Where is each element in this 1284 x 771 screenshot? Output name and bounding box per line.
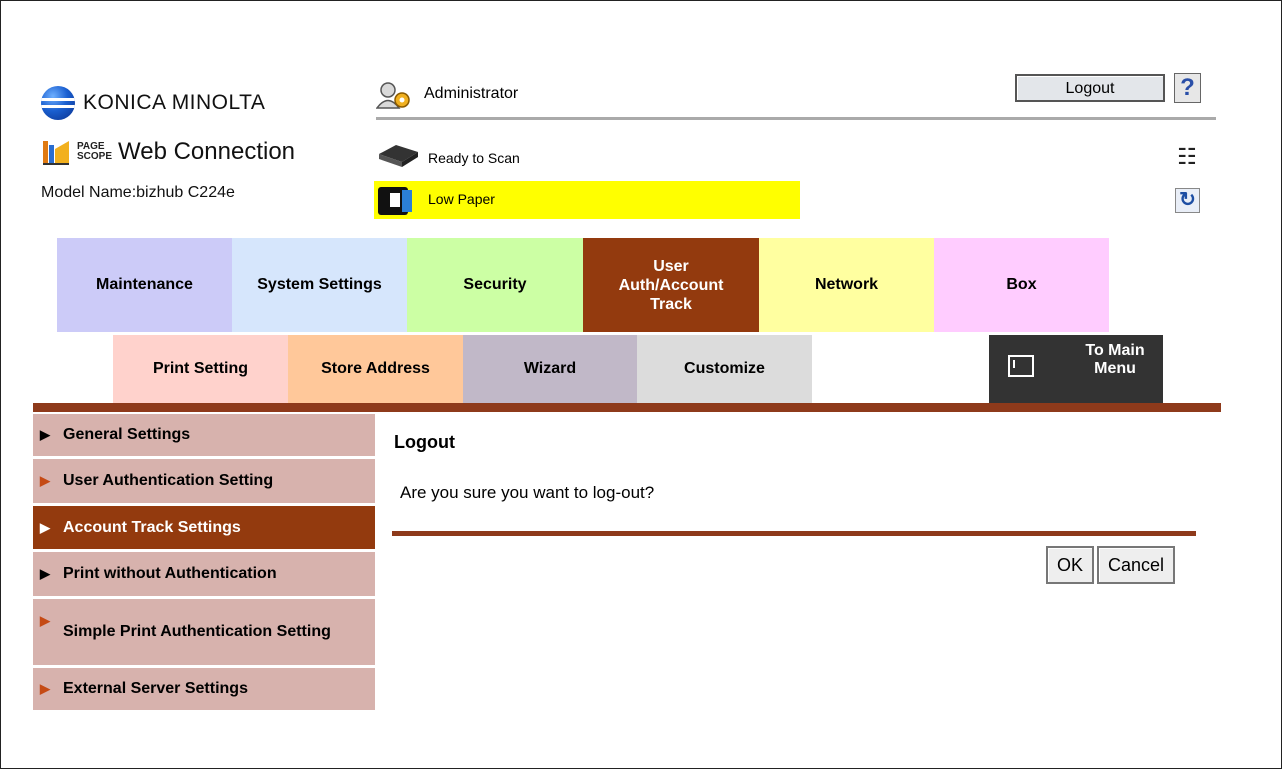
arrow-right-icon: ▶ xyxy=(40,427,50,442)
brand-name: KONICA MINOLTA xyxy=(83,91,266,114)
tab-customize[interactable]: Customize xyxy=(637,335,812,403)
tab-maintenance[interactable]: Maintenance xyxy=(57,238,232,332)
administrator-label: Administrator xyxy=(424,85,519,102)
globe-logo-icon xyxy=(41,86,75,120)
paper-status-text: Low Paper xyxy=(428,191,495,207)
sidebar-item-label: Print without Authentication xyxy=(63,565,277,582)
sidebar-item-account-track-settings[interactable]: ▶ Account Track Settings xyxy=(33,506,375,549)
pagescope-small-text: PAGE SCOPE xyxy=(77,142,112,162)
to-main-menu-label: To Main Menu xyxy=(1085,342,1145,377)
sidebar-item-print-without-authentication[interactable]: ▶ Print without Authentication xyxy=(33,552,375,596)
scan-status-text: Ready to Scan xyxy=(428,150,520,166)
network-topology-icon[interactable]: ☷ xyxy=(1175,144,1199,170)
tab-print-setting[interactable]: Print Setting xyxy=(113,335,288,403)
sidebar-item-label: User Authentication Setting xyxy=(63,472,274,489)
web-connection-title: Web Connection xyxy=(118,138,296,165)
scanner-icon xyxy=(379,145,418,167)
sidebar-item-simple-print-authentication-setting[interactable]: ▶ Simple Print Authentication Setting xyxy=(33,599,375,665)
sidebar-item-user-authentication-setting[interactable]: ▶ User Authentication Setting xyxy=(33,459,375,503)
cancel-button[interactable]: Cancel xyxy=(1097,546,1175,584)
main-menu-icon xyxy=(1008,355,1034,377)
logout-button[interactable]: Logout xyxy=(1015,74,1165,102)
content-divider xyxy=(392,531,1196,536)
arrow-right-icon: ▶ xyxy=(40,613,50,628)
pagescope-small-bottom: SCOPE xyxy=(77,151,113,162)
tab-store-address[interactable]: Store Address xyxy=(288,335,463,403)
help-icon[interactable]: ? xyxy=(1174,73,1201,103)
sidebar-item-label: Account Track Settings xyxy=(63,518,241,536)
tab-network[interactable]: Network xyxy=(759,238,934,332)
page-title: Logout xyxy=(394,432,455,452)
tab-security[interactable]: Security xyxy=(407,238,583,332)
logout-confirm-message: Are you sure you want to log-out? xyxy=(400,483,655,502)
arrow-right-icon: ▶ xyxy=(40,473,50,488)
konica-minolta-logo: KONICA MINOLTA xyxy=(41,86,265,120)
tab-user-auth-account-track[interactable]: User Auth/Account Track xyxy=(583,238,759,332)
tabs-divider xyxy=(33,403,1221,412)
pagescope-icon xyxy=(43,141,69,165)
sidebar-item-label: Simple Print Authentication Setting xyxy=(63,623,331,640)
printer-icon xyxy=(374,181,420,219)
arrow-right-icon: ▶ xyxy=(40,519,50,535)
to-main-menu-button[interactable]: To Main Menu xyxy=(989,335,1163,403)
refresh-icon[interactable]: ↻ xyxy=(1175,188,1200,213)
tab-wizard[interactable]: Wizard xyxy=(463,335,637,403)
administrator-icon xyxy=(376,82,410,109)
tab-system-settings[interactable]: System Settings xyxy=(232,238,407,332)
sidebar-item-label: External Server Settings xyxy=(63,680,248,697)
header-divider xyxy=(376,117,1216,120)
pagescope-logo: PAGE SCOPE Web Connection xyxy=(41,137,295,167)
arrow-right-icon: ▶ xyxy=(40,566,50,581)
tab-box[interactable]: Box xyxy=(934,238,1109,332)
sidebar-item-label: General Settings xyxy=(63,426,191,443)
model-name: Model Name:bizhub C224e xyxy=(41,184,235,201)
ok-button[interactable]: OK xyxy=(1046,546,1094,584)
sidebar-item-general-settings[interactable]: ▶ General Settings xyxy=(33,414,375,456)
arrow-right-icon: ▶ xyxy=(40,681,50,696)
sidebar-item-external-server-settings[interactable]: ▶ External Server Settings xyxy=(33,668,375,710)
